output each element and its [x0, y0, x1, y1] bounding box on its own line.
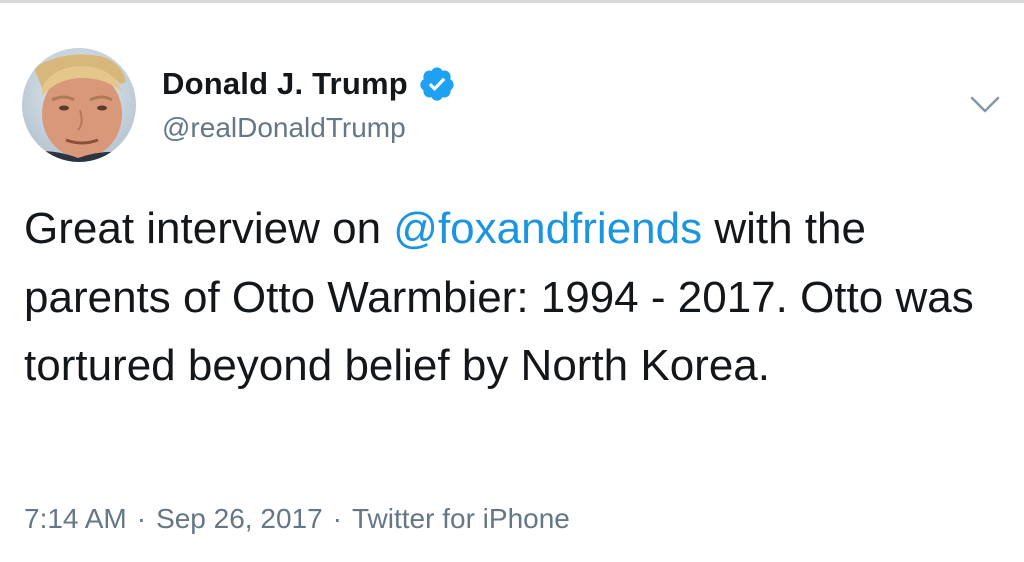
mention-link[interactable]: @foxandfriends — [393, 204, 702, 253]
verified-badge-icon — [418, 65, 456, 103]
avatar[interactable] — [22, 48, 136, 162]
name-row: Donald J. Trump — [162, 63, 456, 105]
meta-separator: · — [136, 503, 147, 534]
display-name[interactable]: Donald J. Trump — [162, 66, 408, 102]
tweet-text: Great interview on @foxandfriends with t… — [24, 195, 1009, 401]
tweet-source[interactable]: Twitter for iPhone — [352, 503, 570, 534]
tweet-card: Donald J. Trump @realDonaldTrump Great i… — [0, 0, 1024, 562]
user-handle[interactable]: @realDonaldTrump — [162, 112, 406, 144]
tweet-metadata: 7:14 AM · Sep 26, 2017 · Twitter for iPhone — [24, 503, 570, 535]
tweet-time[interactable]: 7:14 AM — [24, 503, 127, 534]
tweet-text-before: Great interview on — [24, 204, 394, 253]
avatar-image — [22, 48, 136, 162]
chevron-down-icon[interactable] — [969, 94, 1001, 116]
tweet-date[interactable]: Sep 26, 2017 — [156, 503, 323, 534]
meta-separator: · — [332, 503, 342, 534]
